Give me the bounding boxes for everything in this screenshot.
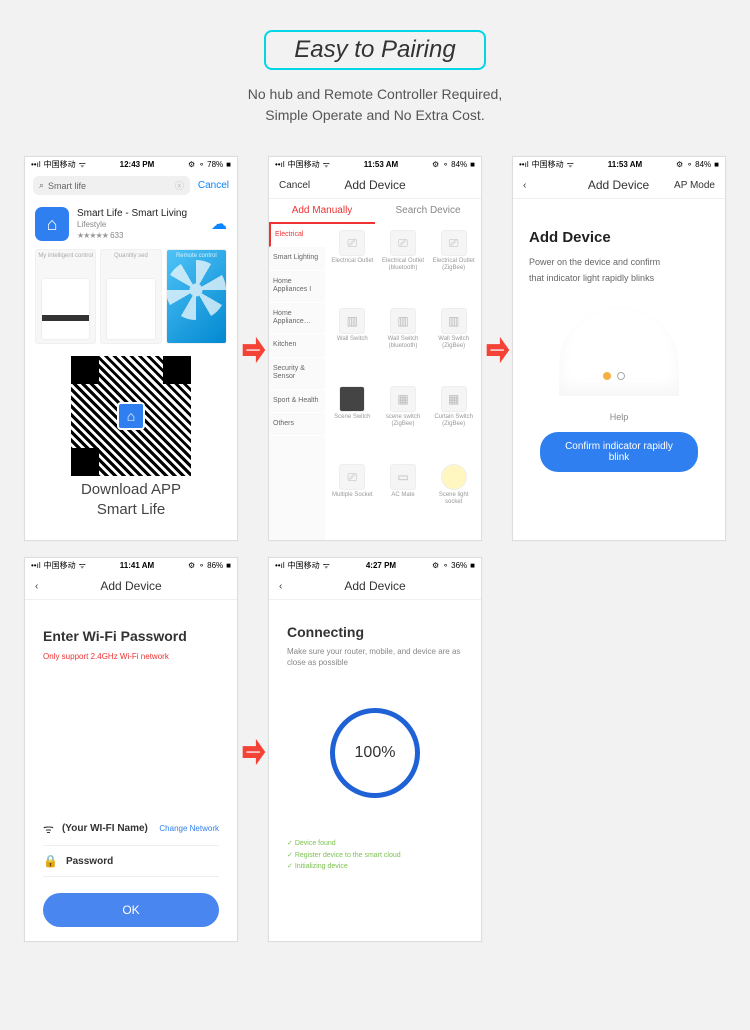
- help-link[interactable]: Help: [610, 412, 629, 422]
- category-item[interactable]: Sport & Health: [269, 390, 325, 413]
- device-illustration: [559, 306, 679, 396]
- app-listing[interactable]: ⌂ Smart Life - Smart Living Lifestyle ★★…: [25, 199, 237, 249]
- step4-wifi-password: ••ıl中国移动ᯤ 11:41 AM ⚙︎⚬ 86%■ ‹ Add Device…: [24, 557, 238, 942]
- screen-title: Add Device: [529, 229, 611, 246]
- screen-description: Power on the device and confirmthat indi…: [529, 254, 660, 286]
- ap-mode-button[interactable]: AP Mode: [674, 180, 715, 191]
- category-item[interactable]: Smart Lighting: [269, 247, 325, 270]
- arrow-icon: ⇨: [243, 328, 265, 371]
- cancel-button[interactable]: Cancel: [198, 180, 229, 191]
- arrow-icon: ⇨: [243, 730, 265, 773]
- screen-title: Connecting: [287, 624, 364, 640]
- app-screenshots: My intelligent control Quantity sed Remo…: [25, 249, 237, 352]
- back-button[interactable]: ‹: [279, 581, 319, 592]
- back-button[interactable]: ‹: [35, 581, 75, 592]
- wifi-icon: ᯤ: [43, 820, 54, 837]
- category-item[interactable]: Others: [269, 413, 325, 436]
- lock-icon: 🔒: [43, 854, 58, 868]
- device-type[interactable]: ▥Wall Switch (bluetooth): [378, 304, 429, 382]
- status-bar: ••ıl中国移动ᯤ 12:43 PM ⚙︎⚬ 78%■: [25, 157, 237, 172]
- password-field[interactable]: 🔒 Password: [43, 846, 219, 877]
- wifi-note: Only support 2.4GHz Wi-Fi network: [43, 652, 219, 661]
- progress-ring: 100%: [330, 708, 420, 798]
- device-type[interactable]: ⎚Multiple Socket: [327, 460, 378, 538]
- category-item[interactable]: Security & Sensor: [269, 358, 325, 390]
- qr-code: ⌂: [71, 356, 191, 476]
- step5-connecting: ••ıl中国移动ᯤ 4:27 PM ⚙︎⚬ 36%■ ‹ Add Device …: [268, 557, 482, 942]
- page-title: Easy to Pairing: [264, 30, 485, 70]
- step2-add-device-list: ••ıl中国移动ᯤ 11:53 AM ⚙︎⚬ 84%■ Cancel Add D…: [268, 156, 482, 541]
- download-cloud-icon[interactable]: ☁︎: [211, 214, 227, 234]
- category-item[interactable]: Kitchen: [269, 334, 325, 357]
- confirm-blink-button[interactable]: Confirm indicator rapidly blink: [540, 432, 698, 472]
- device-type[interactable]: ⎚Electrical Outlet: [327, 226, 378, 304]
- screen-title: Enter Wi-Fi Password: [43, 628, 219, 644]
- search-input[interactable]: ⌕ Smart life ⓧ: [33, 176, 190, 195]
- qr-center-logo: ⌂: [117, 402, 145, 430]
- page-subtitle: No hub and Remote Controller Required, S…: [0, 84, 750, 126]
- step3-confirm-indicator: ••ıl中国移动ᯤ 11:53 AM ⚙︎⚬ 84%■ ‹ Add Device…: [512, 156, 726, 541]
- search-icon: ⌕: [39, 180, 44, 191]
- clear-icon[interactable]: ⓧ: [175, 179, 184, 192]
- device-type[interactable]: ▦scene switch (ZigBee): [378, 382, 429, 460]
- device-type[interactable]: ▭AC Mate: [378, 460, 429, 538]
- device-type[interactable]: ▥Wall Switch: [327, 304, 378, 382]
- category-item[interactable]: Home Appliances I: [269, 271, 325, 303]
- screen-note: Make sure your router, mobile, and devic…: [287, 646, 463, 668]
- device-type[interactable]: ▥Wall Switch (ZigBee): [428, 304, 479, 382]
- steps-grid: ⇨ ⇨ ⇨ ••ıl中国移动ᯤ 12:43 PM ⚙︎⚬ 78%■ ⌕ Smar…: [0, 156, 750, 942]
- device-type[interactable]: Scene Switch: [327, 382, 378, 460]
- ok-button[interactable]: OK: [43, 893, 219, 927]
- cancel-button[interactable]: Cancel: [279, 180, 319, 191]
- download-caption: Download APPSmart Life: [25, 480, 237, 527]
- wifi-name-field[interactable]: ᯤ (Your WI-FI Name) Change Network: [43, 812, 219, 846]
- tab-search-device[interactable]: Search Device: [375, 199, 481, 224]
- category-item[interactable]: Home Appliance…: [269, 303, 325, 335]
- device-type[interactable]: Scene light socket: [428, 460, 479, 538]
- change-network-link[interactable]: Change Network: [159, 824, 219, 833]
- category-item[interactable]: Electrical: [269, 224, 325, 247]
- back-button[interactable]: ‹: [523, 180, 563, 191]
- arrow-icon: ⇨: [487, 328, 509, 371]
- tab-add-manually[interactable]: Add Manually: [269, 199, 375, 224]
- device-type[interactable]: ▦Curtain Switch (ZigBee): [428, 382, 479, 460]
- step1-app-store: ••ıl中国移动ᯤ 12:43 PM ⚙︎⚬ 78%■ ⌕ Smart life…: [24, 156, 238, 541]
- search-bar: ⌕ Smart life ⓧ Cancel: [25, 172, 237, 199]
- device-type[interactable]: ⎚Electrical Outlet (ZigBee): [428, 226, 479, 304]
- progress-checks: Device found Register device to the smar…: [287, 838, 401, 872]
- device-type[interactable]: ⎚Electrical Outlet (bluetooth): [378, 226, 429, 304]
- smartlife-app-icon: ⌂: [35, 207, 69, 241]
